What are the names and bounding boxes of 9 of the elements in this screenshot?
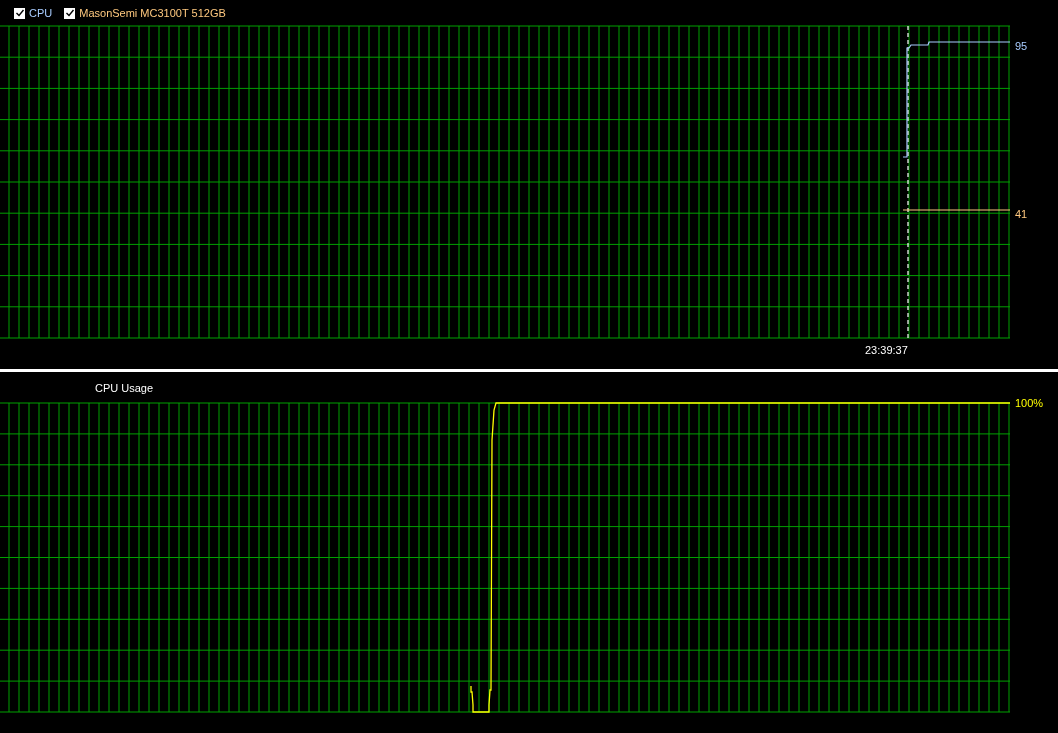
checkbox[interactable] <box>64 7 76 19</box>
time-label: 23:39:37 <box>865 344 908 356</box>
graph-title: CPU Usage <box>95 382 154 394</box>
value-label: 41 <box>1015 208 1028 220</box>
checkbox[interactable] <box>14 7 25 19</box>
value-label: 95 <box>1015 40 1028 52</box>
legend-label: CPU <box>29 7 53 19</box>
legend-label: MasonSemi MC3100T 512GB <box>79 7 226 19</box>
value-label: 100% <box>1015 397 1044 409</box>
